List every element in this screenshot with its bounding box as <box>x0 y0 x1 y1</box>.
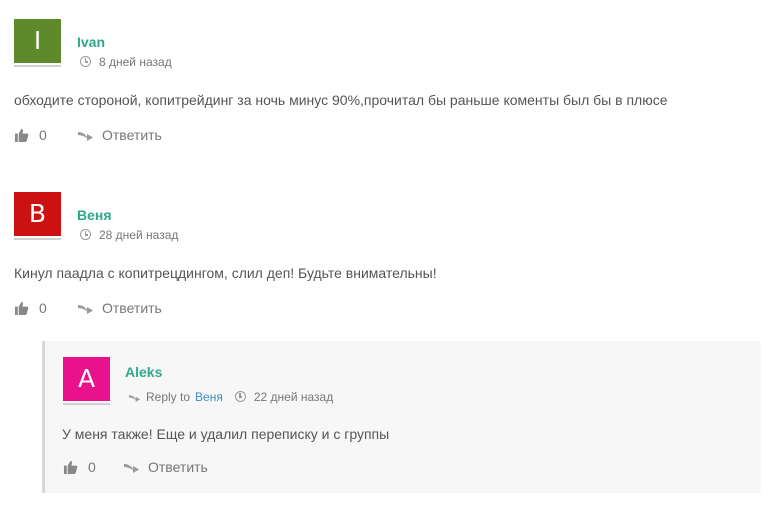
reply-arrow-icon <box>128 395 141 402</box>
comment-meta: 28 дней назад <box>80 228 178 242</box>
reply-button[interactable]: Ответить <box>77 127 162 143</box>
reply-label: Ответить <box>102 300 162 316</box>
reply-label: Ответить <box>148 459 208 475</box>
avatar: В <box>14 192 61 240</box>
clock-icon <box>80 56 91 67</box>
like-button[interactable]: 0 <box>14 300 47 316</box>
comment-text: обходите стороной, копитрейдинг за ночь … <box>14 92 668 108</box>
reply-to-label: Reply to <box>146 390 191 404</box>
reply-label: Ответить <box>102 127 162 143</box>
comment-meta: Reply to Веня 22 дней назад <box>128 390 333 404</box>
avatar: I <box>14 19 61 67</box>
reply-arrow-icon <box>78 132 93 141</box>
reply-to-link[interactable]: Веня <box>195 390 223 404</box>
comment-meta: 8 дней назад <box>80 55 172 69</box>
comment-time: 22 дней назад <box>253 390 334 404</box>
comment-time: 8 дней назад <box>99 55 172 69</box>
reply-button[interactable]: Ответить <box>123 459 208 475</box>
clock-icon <box>234 391 246 402</box>
like-button[interactable]: 0 <box>14 127 47 143</box>
comment-text: У меня также! Еще и удалил переписку и с… <box>62 426 390 442</box>
reply-button[interactable]: Ответить <box>77 300 162 316</box>
comment-text: Кинул паадла с копитрецдингом, слил деп!… <box>14 265 437 281</box>
clock-icon <box>80 229 91 240</box>
reply-arrow-icon <box>78 305 93 314</box>
avatar: A <box>63 357 110 405</box>
comment-author[interactable]: Веня <box>77 207 112 223</box>
reply-comment: A Aleks Reply to Веня 22 дней назад У меня… <box>42 341 761 493</box>
like-count: 0 <box>39 300 47 316</box>
like-count: 0 <box>88 459 96 475</box>
thumbs-up-icon <box>63 460 78 474</box>
thumbs-up-icon <box>14 301 29 315</box>
comment-author[interactable]: Ivan <box>77 34 105 50</box>
reply-arrow-icon <box>124 464 139 473</box>
comment-author[interactable]: Aleks <box>125 364 162 380</box>
like-count: 0 <box>39 127 47 143</box>
thumbs-up-icon <box>14 128 29 142</box>
comment-time: 28 дней назад <box>99 228 179 242</box>
like-button[interactable]: 0 <box>63 459 96 475</box>
